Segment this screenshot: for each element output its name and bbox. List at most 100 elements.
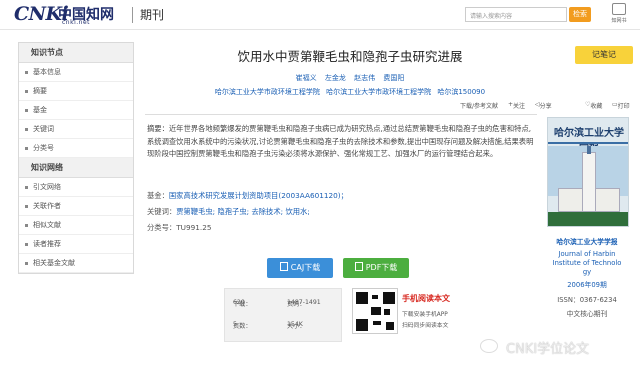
follow-label: 关注 [513,103,526,110]
article-stats: 下载： 620 页码： 1487-1491 页数： 5 大小： 154K [224,288,342,342]
cover-band [548,142,628,144]
abstract-block: 摘要：近年世界各地频繁爆发的贾第鞭毛虫和隐孢子虫病已成为研究热点,通过总结贾第鞭… [147,123,535,161]
bullet-icon [25,147,28,150]
fund-link[interactable]: 国家高技术研究发展计划资助项目(2003AA601120)； [169,191,348,200]
sidebar-item-label: 分类号 [33,144,54,152]
sidebar-item-related-authors[interactable]: 关联作者 [19,197,133,216]
sidebar-item-reader-recs[interactable]: 读者推荐 [19,235,133,254]
top-header: CNKi 中国知网 cnki.net 期刊 请输入搜索内容 检索 知网书 [0,0,640,30]
journal-cover[interactable]: 哈尔滨工业大学学报 [547,117,629,227]
bullet-icon [25,262,28,265]
journal-core-badge: 中文核心期刊 [566,310,608,318]
keywords-row: 关键词：贾第鞭毛虫; 隐孢子虫; 去除技术; 饮用水; [147,207,310,217]
sidebar-item-label: 基本信息 [33,68,61,76]
follow-button[interactable]: + 关注 [508,101,525,110]
sidebar-item-citations[interactable]: 引文网络 [19,178,133,197]
section-title[interactable]: 期刊 [140,6,164,23]
cover-ground [548,212,628,226]
caj-download-button[interactable]: CAJ下载 [267,258,333,278]
sidebar-item-label: 摘要 [33,87,47,95]
book-icon [612,3,626,15]
stat-value: 154K [287,321,303,328]
abstract-label: 摘要： [147,124,169,133]
keyword-link[interactable]: 去除技术; [251,207,283,216]
sidebar-item-class-no[interactable]: 分类号 [19,139,133,158]
logo-url-text: cnki.net [62,19,90,26]
bullet-icon [25,224,28,227]
keywords-label: 关键词： [147,207,177,216]
watermark-text: CNKI学位论文 [506,342,590,357]
favorite-label: 收藏 [590,103,603,110]
favorite-button[interactable]: ♡ 收藏 [585,101,602,110]
search-button[interactable]: 检索 [569,7,591,22]
sidebar-item-label: 引文网络 [33,183,61,191]
article-title: 饮用水中贾第鞭毛虫和隐孢子虫研究进展 [237,49,463,64]
journal-name-cn[interactable]: 哈尔滨工业大学学报 [537,236,637,246]
bullet-icon [25,90,28,93]
class-number: TU991.25 [176,223,212,232]
stat-value: 5 [233,321,237,328]
download-icon [354,262,363,271]
fund-label: 基金： [147,191,169,200]
page: CNKi 中国知网 cnki.net 期刊 请输入搜索内容 检索 知网书 知识节… [0,0,640,376]
cover-tower [582,152,596,212]
journal-issn: ISSN：0367-6234 [557,296,617,304]
class-row: 分类号：TU991.25 [147,223,212,233]
header-divider [132,7,133,23]
mobile-read-title: 手机阅读本文 [402,294,450,303]
caj-label: CAJ下载 [290,263,321,272]
bullet-icon [25,71,28,74]
sidebar-item-label: 相关基金文献 [33,259,75,267]
bullet-icon [25,243,28,246]
share-button[interactable]: ◁ 分享 [535,101,552,110]
sidebar-item-label: 基金 [33,106,47,114]
sidebar-item-label: 关键词 [33,125,54,133]
sidebar-item-fund-docs[interactable]: 相关基金文献 [19,254,133,273]
bullet-icon [25,205,28,208]
app-link[interactable]: 知网书 [604,3,634,27]
download-icon [279,262,288,271]
take-note-button[interactable]: 记笔记 [575,46,633,64]
journal-issue[interactable]: 2006年09期 [537,279,637,289]
keyword-link[interactable]: 隐孢子虫; [217,207,249,216]
bullet-icon [25,186,28,189]
journal-name-en-3[interactable]: gy [537,268,637,276]
sidebar-item-label: 关联作者 [33,202,61,210]
class-label: 分类号： [147,223,177,232]
journal-name-en-1[interactable]: Journal of Harbin [537,250,637,258]
sidebar-item-similar[interactable]: 相似文献 [19,216,133,235]
qr-code[interactable] [352,288,398,334]
search-input[interactable]: 请输入搜索内容 [465,7,567,22]
print-label: 打印 [617,103,630,110]
pdf-label: PDF下载 [365,263,398,272]
pdf-download-button[interactable]: PDF下载 [343,258,409,278]
cnki-logo[interactable]: CNKi 中国知网 cnki.net [14,3,124,27]
mobile-read-line-1: 下载安装手机APP [402,312,448,318]
keyword-link[interactable]: 贾第鞭毛虫; [176,207,215,216]
journal-name-en-2[interactable]: Institute of Technolo [537,259,637,267]
sidebar-item-label: 相似文献 [33,221,61,229]
sidebar: 知识节点 基本信息 摘要 基金 关键词 分类号 知识网络 引文网络 关联作者 相… [18,42,134,274]
stat-value: 1487-1491 [287,299,321,306]
bullet-icon [25,128,28,131]
wechat-icon [480,339,498,353]
article-toolbar: 下载/参考文献 + 关注 ◁ 分享 ♡ 收藏 ▭ 打印 [400,101,636,111]
download-refs-link[interactable]: 下载/参考文献 [460,101,498,110]
sidebar-item-fund[interactable]: 基金 [19,101,133,120]
sidebar-item-label: 读者推荐 [33,240,61,248]
sidebar-group-title: 知识网络 [19,158,133,178]
sidebar-group-title: 知识节点 [19,43,133,63]
keyword-link[interactable]: 饮用水; [285,207,309,216]
abstract-text: 近年世界各地频繁爆发的贾第鞭毛虫和隐孢子虫病已成为研究热点,通过总结贾第鞭毛虫和… [147,124,534,158]
organization-list[interactable]: 哈尔滨工业大学市政环境工程学院 哈尔滨工业大学市政环境工程学院 哈尔滨15009… [150,87,550,97]
sidebar-item-keywords[interactable]: 关键词 [19,120,133,139]
mobile-read-line-2: 扫码同步阅读本文 [402,323,449,329]
sidebar-item-abstract[interactable]: 摘要 [19,82,133,101]
author-list[interactable]: 崔福义 左金龙 赵志伟 费国阳 [150,73,550,83]
fund-row: 基金：国家高技术研究发展计划资助项目(2003AA601120)； [147,191,348,201]
print-button[interactable]: ▭ 打印 [612,101,630,110]
sidebar-item-basic-info[interactable]: 基本信息 [19,63,133,82]
note-label: 记笔记 [592,50,616,59]
content-divider [145,114,537,115]
stat-value: 620 [233,299,245,306]
